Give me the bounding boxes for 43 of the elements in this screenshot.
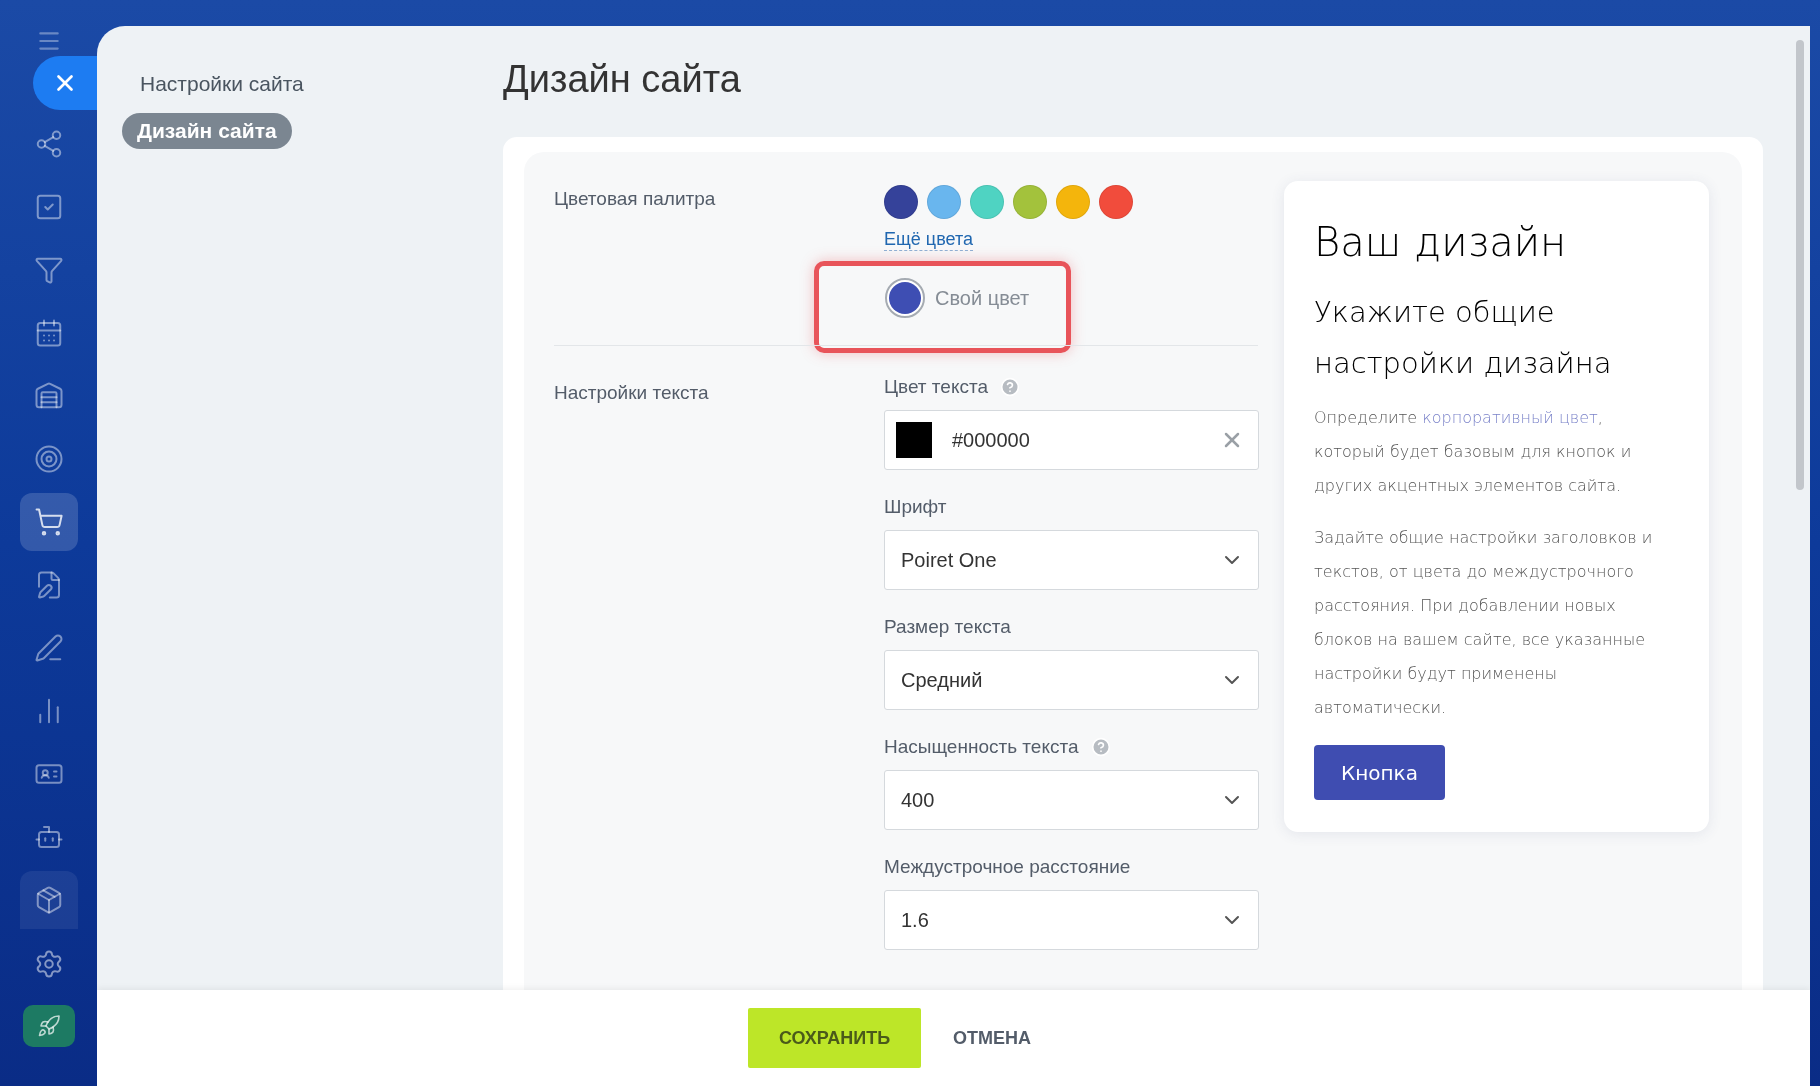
field-label: Междустрочное расстояние <box>884 856 1131 878</box>
help-icon[interactable] <box>1090 737 1111 757</box>
select-field[interactable]: 1.6 <box>884 890 1259 950</box>
sidebar-item[interactable] <box>19 871 78 929</box>
cart-icon <box>33 507 64 537</box>
select-field[interactable]: 400 <box>884 770 1259 830</box>
target-icon <box>33 444 64 474</box>
close-button[interactable] <box>33 56 97 110</box>
cancel-button[interactable]: ОТМЕНА <box>945 1008 1040 1068</box>
section-label: Настройки текста <box>554 381 710 405</box>
color-swatch[interactable] <box>1013 185 1047 219</box>
preview-paragraph: Определите корпоративный цвет, который будет базовым для кнопок и других акцентных элементов сайта. <box>1314 407 1633 497</box>
nav-title: Настройки сайта <box>140 72 304 96</box>
field-label: Насыщенность текста <box>884 736 1079 758</box>
section-label: Цветовая палитра <box>554 187 717 211</box>
warehouse-icon <box>33 381 64 411</box>
preview-paragraph: Задайте общие настройки заголовков и текстов, от цвета до междустрочного расстояния. При добавлении новых блоков на вашем сайте, все указанные настройки будут применены автоматически. <box>1314 527 1654 719</box>
more-colors-link[interactable]: Ещё цвета <box>884 229 973 251</box>
select-field[interactable]: Средний <box>884 650 1259 710</box>
color-swatch[interactable] <box>1099 185 1133 219</box>
filter-icon <box>33 255 64 285</box>
pen-icon <box>33 633 64 663</box>
color-swatch[interactable] <box>927 185 961 219</box>
color-swatch[interactable] <box>884 185 918 219</box>
preview-button[interactable]: Кнопка <box>1314 745 1445 800</box>
preview-subheading: Укажите общие настройки дизайна <box>1314 294 1613 382</box>
preview-link[interactable]: корпоративный цвет <box>1422 408 1598 427</box>
field-label: Шрифт <box>884 496 947 518</box>
help-icon[interactable] <box>1000 377 1020 397</box>
preview-heading: Ваш дизайн <box>1314 219 1567 265</box>
save-button[interactable]: СОХРАНИТЬ <box>747 1008 922 1068</box>
select-field[interactable]: Poiret One <box>884 530 1259 590</box>
color-swatch[interactable] <box>1056 185 1090 219</box>
nav-item[interactable]: Дизайн сайта <box>122 113 292 149</box>
field-label: Размер текста <box>884 616 1011 638</box>
color-swatch[interactable] <box>970 185 1004 219</box>
color-field[interactable]: #000000 <box>884 410 1259 470</box>
page-title: Дизайн сайта <box>503 58 742 101</box>
scrollbar[interactable] <box>1796 40 1804 490</box>
field-label: Цвет текста <box>884 376 988 398</box>
sidebar-item[interactable] <box>19 493 78 551</box>
rocket-button[interactable] <box>22 1005 75 1047</box>
rocket-icon <box>36 1014 61 1038</box>
